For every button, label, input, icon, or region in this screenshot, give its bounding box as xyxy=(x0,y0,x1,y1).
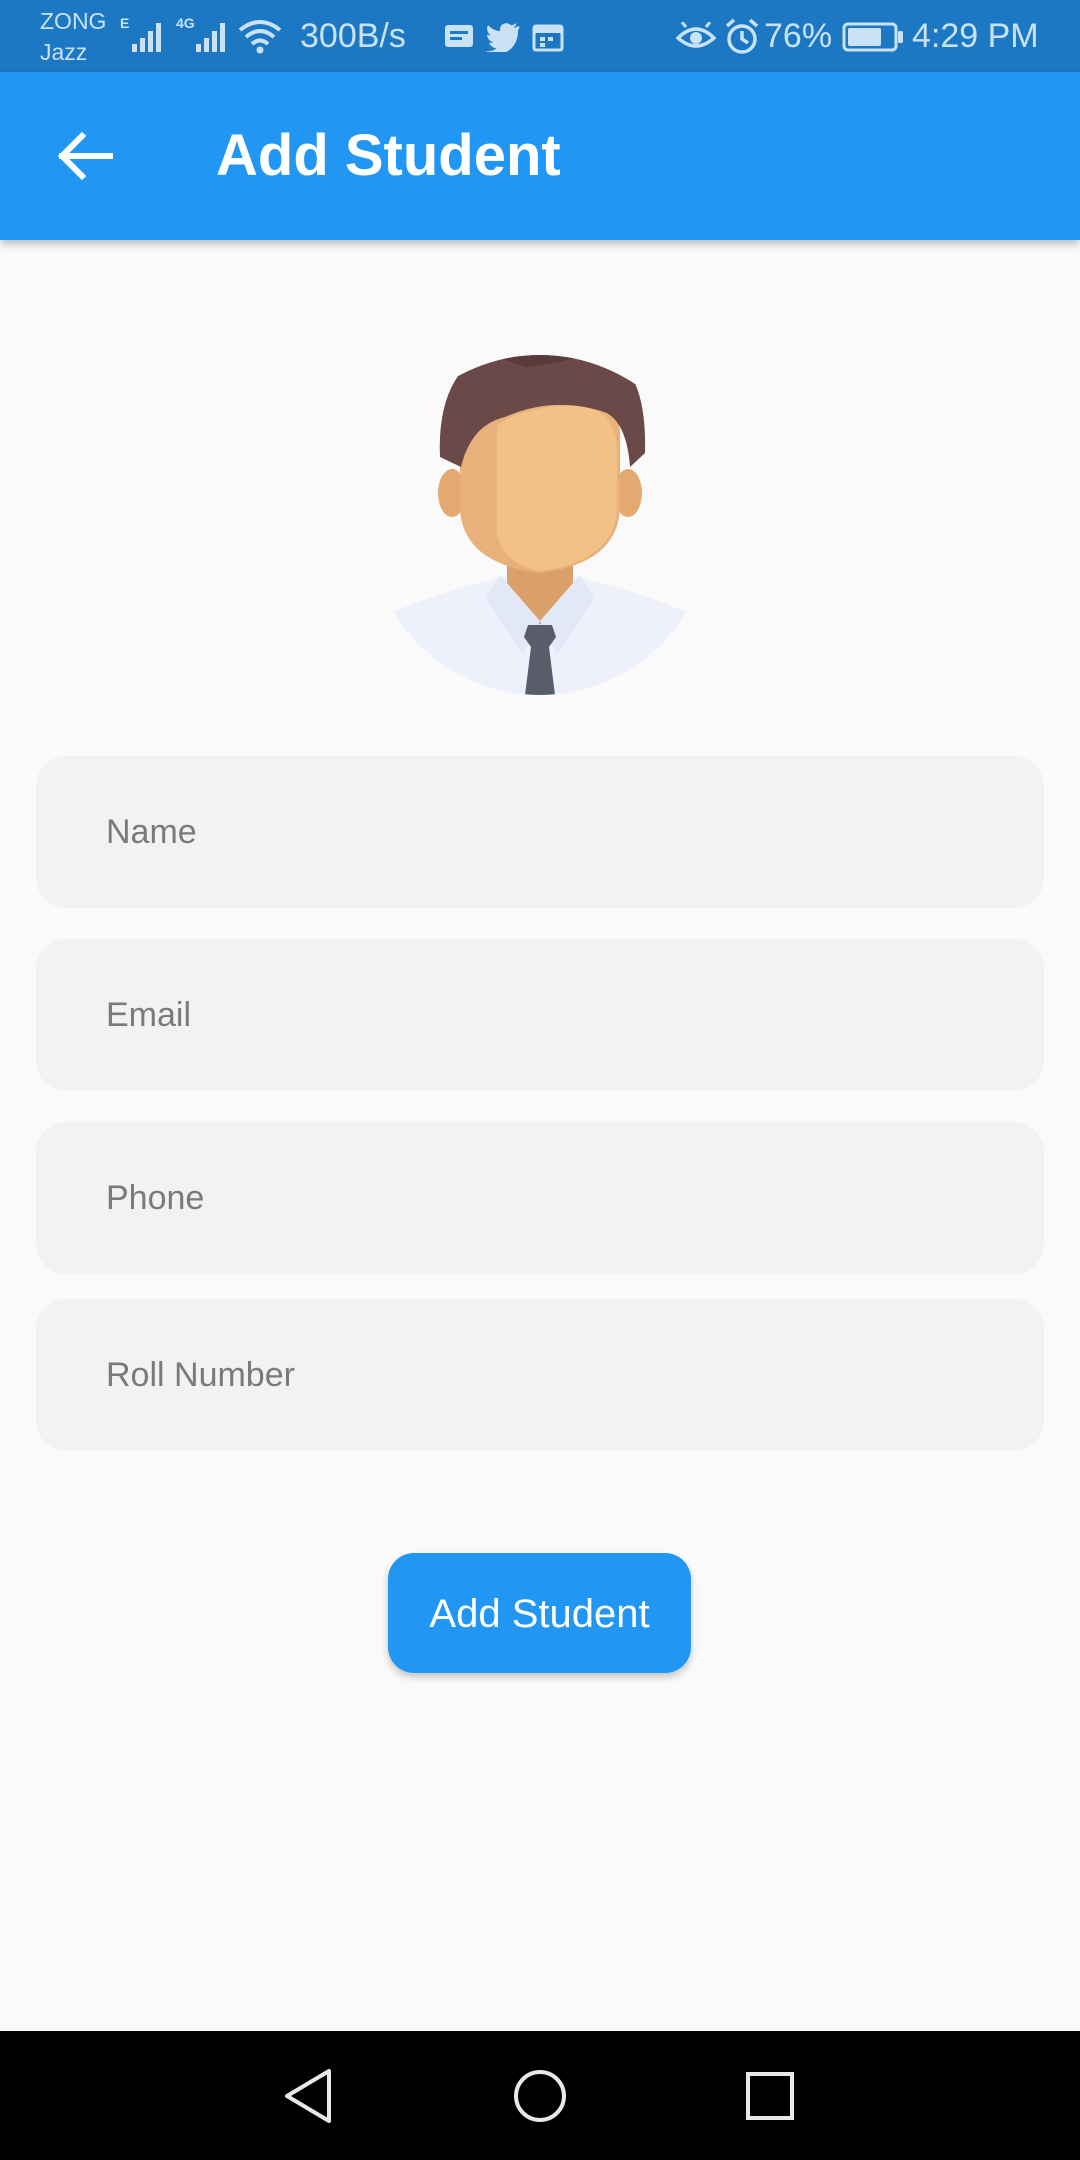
email-input[interactable] xyxy=(36,939,1044,1091)
student-avatar-icon xyxy=(385,355,695,695)
carrier-secondary: Jazz xyxy=(40,39,88,65)
home-circle-icon[interactable] xyxy=(505,2061,575,2131)
wifi-icon xyxy=(238,20,282,54)
network-speed: 300B/s xyxy=(300,17,406,55)
arrow-back-icon xyxy=(57,131,113,181)
email-field[interactable] xyxy=(36,939,1044,1091)
svg-text:4G: 4G xyxy=(176,15,195,31)
message-icon xyxy=(445,25,473,47)
alarm-icon xyxy=(725,18,759,54)
status-bar: ZONG Jazz E 4G 300B/s 76% 4:29 PM xyxy=(0,0,1080,72)
clock: 4:29 PM xyxy=(912,17,1039,55)
battery-percent: 76% xyxy=(764,17,833,55)
twitter-icon xyxy=(486,23,520,52)
back-button[interactable] xyxy=(40,110,132,202)
navigation-bar xyxy=(0,2031,1080,2160)
phone-input[interactable] xyxy=(36,1122,1044,1274)
4g-signal-icon: 4G xyxy=(176,15,225,52)
phone-field[interactable] xyxy=(36,1122,1044,1274)
roll-number-input[interactable] xyxy=(36,1299,1044,1451)
back-triangle-icon[interactable] xyxy=(275,2061,345,2131)
calendar-icon xyxy=(532,24,564,52)
battery-icon xyxy=(842,22,903,52)
recents-square-icon[interactable] xyxy=(735,2061,805,2131)
page-title: Add Student xyxy=(216,123,561,188)
carrier-primary: ZONG xyxy=(40,8,107,34)
eye-icon xyxy=(676,22,716,48)
name-input[interactable] xyxy=(36,756,1044,908)
carrier-label: ZONG Jazz xyxy=(40,6,106,68)
name-field[interactable] xyxy=(36,756,1044,908)
add-student-button[interactable]: Add Student xyxy=(388,1553,691,1673)
edge-signal-icon: E xyxy=(120,15,161,52)
roll-number-field[interactable] xyxy=(36,1299,1044,1451)
app-bar: Add Student xyxy=(0,72,1080,240)
svg-text:E: E xyxy=(120,15,129,31)
